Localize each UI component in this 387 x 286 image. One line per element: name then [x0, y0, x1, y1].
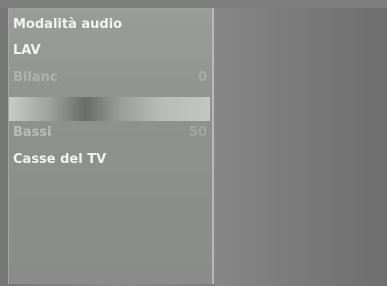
tv-screen: Modalità audio LAV Bilanc 0 Bassi 50 Cas…: [0, 0, 387, 286]
menu-item-label: Bilanc: [13, 70, 58, 85]
menu-item-value: 50: [188, 125, 207, 140]
top-strip: [0, 0, 387, 8]
menu-item-bass[interactable]: Bassi 50: [13, 121, 209, 145]
menu-item-audio-mode[interactable]: Modalità audio: [13, 13, 209, 37]
menu-item-balance[interactable]: Bilanc 0: [13, 66, 209, 90]
menu-item-value: 0: [197, 70, 207, 85]
menu-item-label: Casse del TV: [13, 152, 107, 167]
menu-item-label: Modalità audio: [13, 17, 123, 32]
menu-item-tv-speakers[interactable]: Casse del TV: [13, 148, 209, 172]
menu-item-label: Bassi: [13, 125, 52, 140]
menu-item-label: LAV: [13, 43, 41, 58]
background-area: [214, 8, 387, 286]
selection-highlight-bar[interactable]: [9, 97, 210, 121]
audio-menu-panel: Modalità audio LAV Bilanc 0 Bassi 50 Cas…: [8, 8, 214, 284]
menu-item-lav[interactable]: LAV: [13, 39, 209, 63]
